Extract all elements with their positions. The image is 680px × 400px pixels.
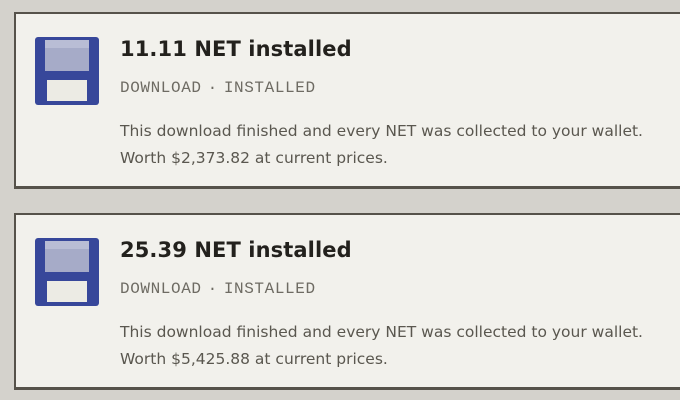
notification-message: This download finished and every NET was… [120, 319, 643, 373]
notification-meta: DOWNLOAD · INSTALLED [120, 79, 316, 97]
notification-title: 25.39 NET installed [120, 238, 352, 262]
notification-meta: DOWNLOAD · INSTALLED [120, 280, 316, 298]
notification-title: 11.11 NET installed [120, 37, 352, 61]
meta-separator: · [207, 280, 218, 298]
status-label: INSTALLED [223, 79, 316, 97]
category-label: DOWNLOAD [120, 280, 202, 298]
floppy-disk-icon [35, 37, 99, 105]
notification-card[interactable]: 11.11 NET installed DOWNLOAD · INSTALLED T… [14, 12, 680, 189]
floppy-disk-icon [35, 238, 99, 306]
notification-message: This download finished and every NET was… [120, 118, 643, 172]
category-label: DOWNLOAD [120, 79, 202, 97]
message-line: This download finished and every NET was… [120, 122, 643, 140]
status-label: INSTALLED [223, 280, 316, 298]
meta-separator: · [207, 79, 218, 97]
message-line: Worth $5,425.88 at current prices. [120, 350, 388, 368]
message-line: This download finished and every NET was… [120, 323, 643, 341]
notification-card[interactable]: 25.39 NET installed DOWNLOAD · INSTALLED T… [14, 213, 680, 390]
message-line: Worth $2,373.82 at current prices. [120, 149, 388, 167]
